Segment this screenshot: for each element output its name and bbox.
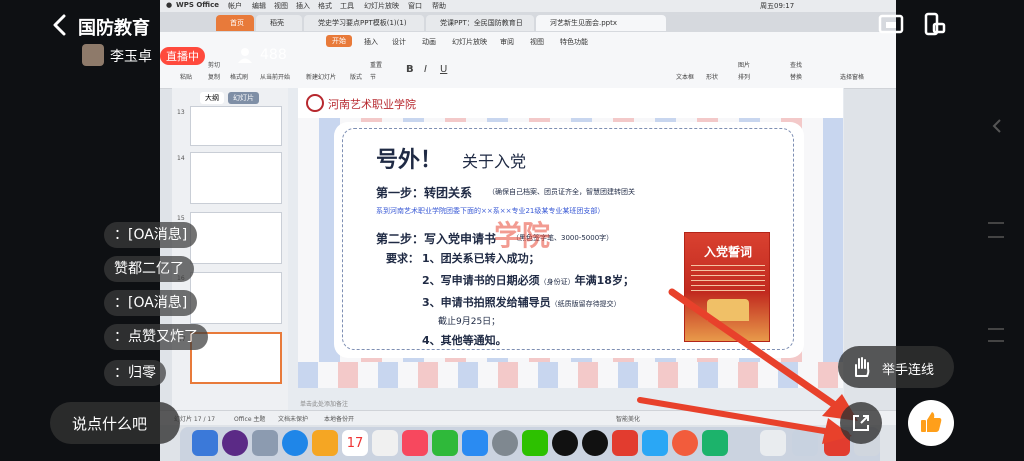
raise-hand-label: 举手连线 xyxy=(882,363,935,378)
chat-message: ：[OA消息] xyxy=(104,290,198,316)
arrow-line xyxy=(668,288,846,414)
page-title: 国防教育 xyxy=(78,18,150,39)
chat-message: 赞都二亿了 xyxy=(104,256,194,282)
comment-input[interactable]: 说点什么吧 xyxy=(50,402,180,444)
streamer-name: 李玉卓 xyxy=(110,49,152,65)
menu-lines-icon[interactable] xyxy=(988,328,1004,342)
rotate-screen-icon[interactable] xyxy=(922,12,946,40)
thumbs-up-icon xyxy=(919,410,943,438)
comment-input-placeholder: 说点什么吧 xyxy=(72,415,148,433)
chat-message: ：归零 xyxy=(104,360,166,386)
chat-message: ：[OA消息] xyxy=(104,222,198,248)
screen-cast-icon[interactable] xyxy=(878,14,904,40)
back-chevron-icon[interactable] xyxy=(52,14,66,42)
raise-hand-button[interactable]: 举手连线 xyxy=(838,346,954,388)
avatar[interactable] xyxy=(82,44,104,66)
like-button[interactable] xyxy=(908,400,954,446)
share-button[interactable] xyxy=(840,402,882,444)
raise-hand-icon xyxy=(850,356,872,382)
arrow-line xyxy=(637,397,833,435)
menu-lines-icon[interactable] xyxy=(988,222,1004,238)
viewer-count: 488 xyxy=(260,47,287,63)
live-badge: 直播中 xyxy=(160,47,205,65)
viewer-icon xyxy=(236,46,254,68)
share-icon xyxy=(850,412,872,438)
chat-message: ：点赞又炸了 xyxy=(104,324,208,350)
side-collapse-chevron-icon[interactable] xyxy=(992,118,1002,137)
